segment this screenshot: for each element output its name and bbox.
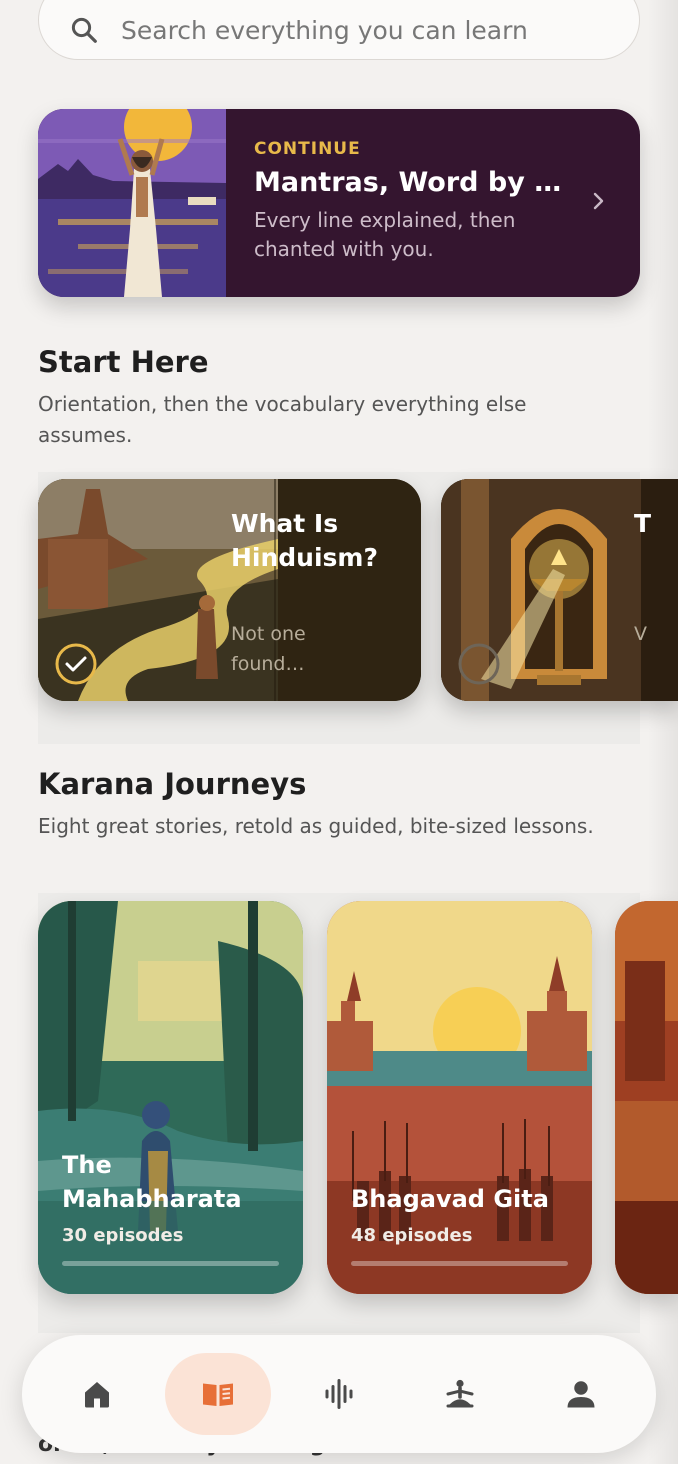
continue-illustration — [38, 109, 226, 297]
journey-card-mahabharata[interactable]: The Mahabharata 30 episodes — [38, 901, 303, 1294]
start-here-title: Start Here — [38, 345, 209, 379]
profile-icon — [567, 1381, 595, 1408]
nav-home[interactable] — [44, 1353, 150, 1435]
home-icon — [85, 1382, 109, 1408]
continue-text: CONTINUE Mantras, Word by W… Every line … — [254, 139, 574, 264]
start-card-subtitle: Not one found… — [231, 623, 306, 675]
search-icon — [71, 17, 97, 43]
nav-learn[interactable] — [165, 1353, 271, 1435]
meditation-icon — [446, 1379, 474, 1408]
nav-profile[interactable] — [528, 1353, 634, 1435]
journey-progress-bar — [351, 1261, 568, 1266]
journey-progress-bar — [62, 1261, 279, 1266]
journey-card-episodes: 30 episodes — [62, 1225, 184, 1246]
journey-card-third[interactable] — [615, 901, 678, 1294]
journey-card-title: Bhagavad Gita — [351, 1185, 549, 1213]
continue-title: Mantras, Word by W… — [254, 167, 574, 198]
completed-check-icon — [55, 643, 97, 685]
start-card-what-is-hinduism[interactable]: What Is Hinduism? Not one found… — [38, 479, 421, 701]
start-card-second[interactable]: T V — [441, 479, 678, 701]
journey-card-title: The Mahabharata — [62, 1151, 242, 1213]
book-icon — [203, 1383, 233, 1406]
bottom-nav — [22, 1335, 656, 1453]
start-card-title: T — [634, 509, 652, 538]
journeys-subtitle: Eight great stories, retold as guided, b… — [38, 814, 594, 838]
search-bar[interactable] — [38, 0, 640, 60]
incomplete-ring-icon — [458, 643, 500, 685]
journey-card-bhagavad-gita[interactable]: Bhagavad Gita 48 episodes — [327, 901, 592, 1294]
continue-card[interactable]: CONTINUE Mantras, Word by W… Every line … — [38, 109, 640, 297]
nav-practice[interactable] — [407, 1353, 513, 1435]
start-card-subtitle: V — [634, 623, 647, 645]
start-card-title: What Is Hinduism? — [231, 509, 378, 572]
journey-card-episodes: 48 episodes — [351, 1225, 473, 1246]
journeys-title: Karana Journeys — [38, 767, 307, 801]
nav-listen[interactable] — [286, 1353, 392, 1435]
journey-card-illustration — [615, 901, 678, 1294]
chevron-right-icon — [593, 192, 604, 210]
audio-wave-icon — [325, 1379, 353, 1409]
start-here-subtitle: Orientation, then the vocabulary everyth… — [38, 392, 527, 447]
continue-eyebrow: CONTINUE — [254, 139, 361, 159]
search-input[interactable] — [121, 15, 581, 45]
continue-subtitle: Every line explained, then chanted with … — [254, 208, 516, 261]
